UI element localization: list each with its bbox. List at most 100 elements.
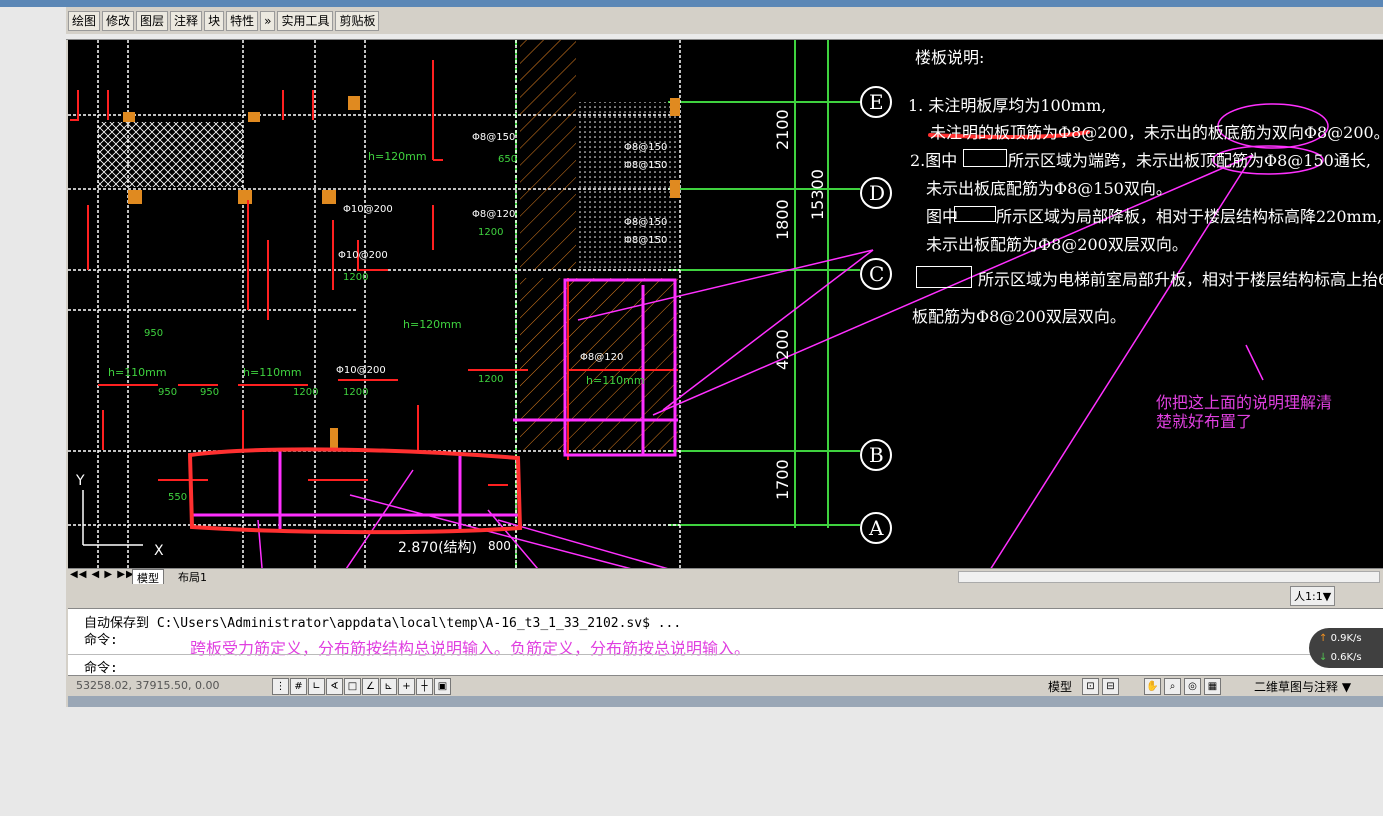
pan-icon[interactable]: ✋ — [1144, 678, 1161, 695]
lineweight-icon[interactable]: ┼ — [416, 678, 433, 695]
drawing-label-r4: Φ10@200 — [338, 250, 388, 261]
axis-label-E: E — [869, 90, 884, 114]
slab-notes: 楼板说明: 1. 未注明板厚均为100mm, 未注明的板顶筋为Φ8@200，未示… — [908, 40, 1383, 340]
drawing-label-n1200b: 1200 — [343, 272, 368, 283]
drawing-label-elev: 2.870(结构) — [398, 540, 477, 556]
dimension-0: 2100 — [773, 109, 792, 150]
qp-icon[interactable]: ▣ — [434, 678, 451, 695]
note-3a: 2.图中 — [910, 151, 958, 170]
drawing-label-r7: Φ8@150 — [624, 160, 667, 171]
dimension-3: 1700 — [773, 459, 792, 500]
hatch-end-span — [520, 40, 576, 270]
command-input[interactable]: 命令: — [68, 654, 1383, 676]
ucs-x-label: X — [154, 543, 164, 559]
axis-label-C: C — [869, 262, 884, 286]
note-8: 板配筋为Φ8@200双层双向。 — [912, 307, 1126, 326]
annotation-scale-bar: 人1:1▼ — [68, 584, 1383, 606]
ucs-y-label: Y — [75, 473, 85, 489]
horizontal-scrollbar[interactable] — [958, 571, 1380, 583]
tab-layout1[interactable]: 布局1 — [174, 569, 211, 585]
drawing-label-r5: Φ10@200 — [336, 365, 386, 376]
note-4: 未示出板底配筋为Φ8@150双向。 — [926, 179, 1172, 198]
ribbon-tab-6[interactable]: » — [260, 11, 276, 31]
layout-icon[interactable]: ⊡ — [1082, 678, 1099, 695]
title-strip — [0, 0, 1383, 7]
workspace-dropdown[interactable]: 二维草图与注释 ▼ — [1254, 678, 1351, 695]
notes-title: 楼板说明: — [915, 48, 985, 67]
drawing-label-r8: Φ8@150 — [624, 217, 667, 228]
drawing-canvas[interactable]: E D C B A Y X h=120mm h=120mm h=110mm h=110mm h=… — [68, 40, 1383, 568]
snap-icon[interactable]: ⋮ — [272, 678, 289, 695]
dimension-1: 1800 — [773, 199, 792, 240]
note-7: 所示区域为电梯前室局部升板，相对于楼层结构标高上抬60mm — [978, 270, 1383, 289]
layout-nav-arrows[interactable]: ◀◀ ◀ ▶ ▶▶ — [70, 569, 135, 580]
drawing-label-r10: Φ8@150 — [624, 142, 667, 153]
ribbon-tab-7[interactable]: 实用工具 — [277, 11, 334, 31]
drawing-label-h110a: h=110mm — [108, 366, 167, 379]
drawing-label-n950a: 950 — [158, 387, 177, 398]
ribbon-tab-0[interactable]: 绘图 — [68, 11, 101, 31]
otrack-icon[interactable]: ∠ — [362, 678, 379, 695]
note-1: 1. 未注明板厚均为100mm, — [908, 96, 1107, 115]
drawing-label-n950b: 950 — [200, 387, 219, 398]
steeringwheel-icon[interactable]: ◎ — [1184, 678, 1201, 695]
grid-icon[interactable]: # — [290, 678, 307, 695]
showmotion-icon[interactable]: ▦ — [1204, 678, 1221, 695]
ortho-icon[interactable]: ∟ — [308, 678, 325, 695]
note-6: 未示出板配筋为Φ8@200双层双向。 — [926, 235, 1188, 254]
drawing-label-n800: 800 — [488, 539, 511, 553]
drawing-label-r3: Φ10@200 — [343, 204, 393, 215]
cmd-prompt: 命令: — [84, 661, 118, 676]
cmd-history-line1: 自动保存到 C:\Users\Administrator\appdata\loc… — [84, 616, 682, 631]
drawing-label-r1: Φ8@150 — [472, 132, 515, 143]
hatch-lift-slab — [98, 122, 243, 187]
drawing-label-n550: 550 — [168, 492, 187, 503]
note-5b: 所示区域为局部降板，相对于楼层结构标高降220mm, — [996, 207, 1382, 226]
ribbon-tab-1[interactable]: 修改 — [102, 11, 135, 31]
model-space-label[interactable]: 模型 — [1048, 678, 1072, 695]
ribbon-panel-tabs: 绘图 修改 图层 注释块特性» 实用工具 剪贴板 — [66, 11, 380, 33]
taskbar-strip — [68, 696, 1383, 707]
drawing-label-n650: 650 — [498, 154, 517, 165]
ribbon-tab-2[interactable]: 图层 — [136, 11, 169, 31]
dimension-2: 4200 — [773, 329, 792, 370]
ribbon-tab-5[interactable]: 特性 — [226, 11, 259, 31]
drawing-label-h120a: h=120mm — [368, 150, 427, 163]
ribbon-tab-3[interactable]: 注释 — [170, 11, 203, 31]
network-speed-widget: ↑ 0.9K/s ↓ 0.6K/s — [1309, 628, 1383, 668]
drawing-label-h110c: h=110mm — [586, 374, 645, 387]
ribbon-tab-8[interactable]: 剪贴板 — [335, 11, 380, 31]
hatch-end-span-2 — [520, 278, 678, 450]
drawing-label-n1200d: 1200 — [293, 387, 318, 398]
drawing-label-n1200c: 1200 — [478, 374, 503, 385]
legend-end-span — [963, 149, 1007, 167]
layout-tabs-bar: ◀◀ ◀ ▶ ▶▶ 模型 布局1 — [68, 568, 1383, 587]
dyn-icon[interactable]: + — [398, 678, 415, 695]
polar-icon[interactable]: ∢ — [326, 678, 343, 695]
axis-label-D: D — [869, 181, 885, 205]
coordinate-readout: 53258.02, 37915.50, 0.00 — [76, 679, 220, 692]
drawing-label-r9: Φ8@150 — [624, 235, 667, 246]
download-speed: 0.6K/s — [1330, 652, 1362, 663]
dimension-total: 15300 — [808, 169, 827, 220]
upload-speed: 0.9K/s — [1330, 633, 1362, 644]
legend-lift — [916, 266, 972, 288]
drawing-label-n950c: 950 — [144, 328, 163, 339]
legend-lowered — [954, 206, 996, 222]
ribbon-tab-4[interactable]: 块 — [204, 11, 225, 31]
osnap-icon[interactable]: □ — [344, 678, 361, 695]
status-bar: 53258.02, 37915.50, 0.00 ⋮ # ∟ ∢ □ ∠ ⊾ +… — [68, 675, 1383, 696]
drawing-label-n1200a: 1200 — [478, 227, 503, 238]
note-2: 未注明的板顶筋为Φ8@200，未示出的板底筋为双向Φ8@200。 — [930, 123, 1383, 142]
layout2-icon[interactable]: ⊟ — [1102, 678, 1119, 695]
axis-label-B: B — [869, 443, 884, 467]
command-window[interactable]: 自动保存到 C:\Users\Administrator\appdata\loc… — [68, 608, 1383, 676]
drawing-label-h110b: h=110mm — [243, 366, 302, 379]
annotation-scale-dropdown[interactable]: 人1:1▼ — [1290, 586, 1336, 606]
cad-window: 绘图 修改 图层 注释块特性» 实用工具 剪贴板 E D C B A Y X h… — [66, 7, 1383, 707]
drawing-label-n1200e: 1200 — [343, 387, 368, 398]
ducs-icon[interactable]: ⊾ — [380, 678, 397, 695]
note-3b: 所示区域为端跨，未示出板顶配筋为Φ8@150通长, — [1008, 151, 1371, 170]
zoom-icon[interactable]: ⌕ — [1164, 678, 1181, 695]
drawing-label-r6: Φ8@120 — [580, 352, 623, 363]
